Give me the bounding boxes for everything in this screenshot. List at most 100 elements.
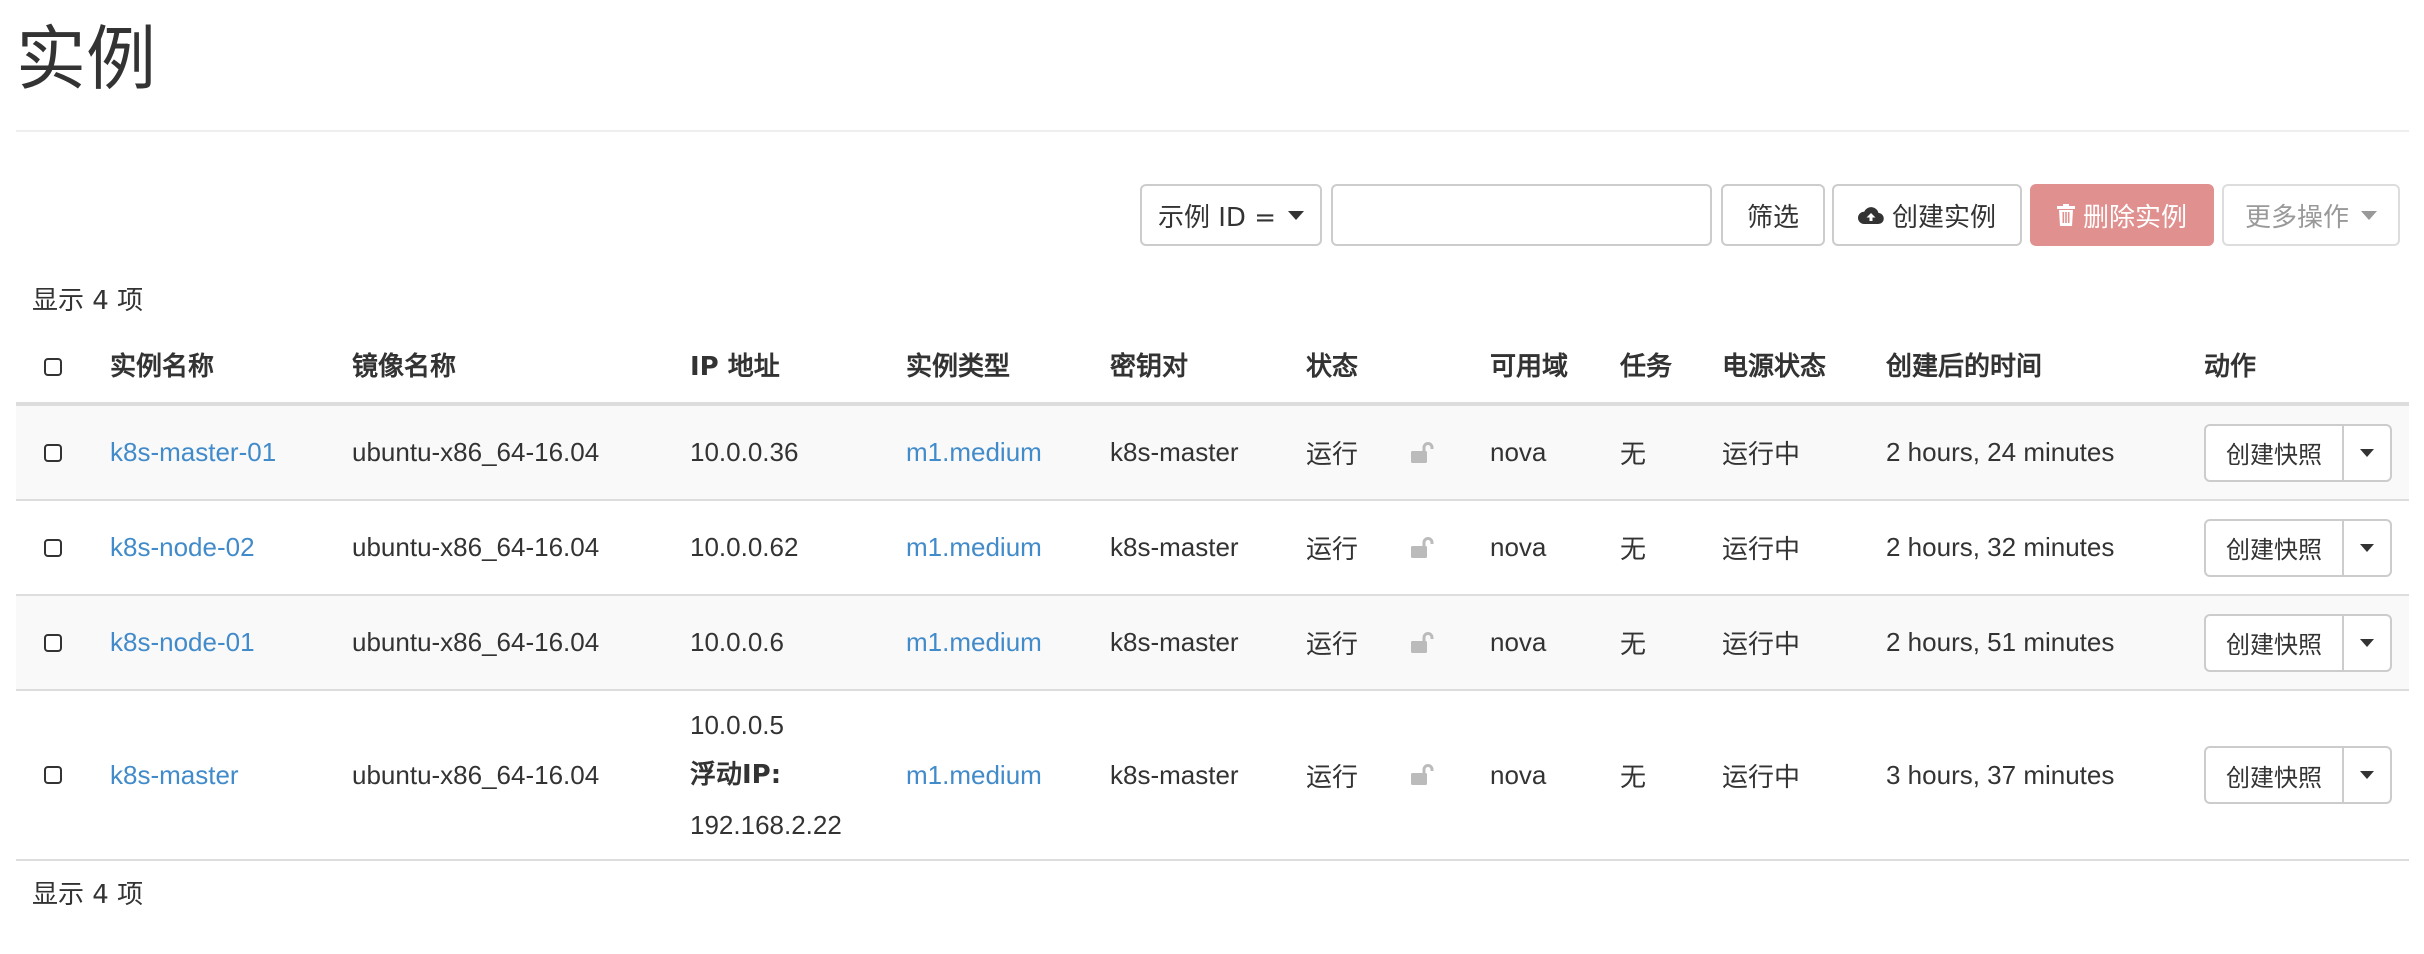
caret-down-icon (2360, 448, 2374, 457)
create-snapshot-button[interactable]: 创建快照 (2204, 746, 2344, 804)
floating-ip-label: 浮动IP: (690, 760, 782, 790)
instance-name-link[interactable]: k8s-master (110, 760, 239, 791)
select-all-cell (44, 332, 62, 402)
status: 运行 (1306, 440, 1359, 470)
create-instance-label: 创建实例 (1891, 202, 1996, 233)
task: 无 (1620, 630, 1647, 660)
row-checkbox[interactable] (44, 443, 62, 462)
row-actions-dropdown-toggle[interactable] (2344, 746, 2392, 804)
cloud-upload-icon (1857, 207, 1884, 225)
power-state: 运行中 (1722, 440, 1801, 470)
availability-zone: nova (1490, 532, 1547, 562)
flavor-link[interactable]: m1.medium (906, 532, 1042, 563)
caret-down-icon (1288, 210, 1304, 220)
item-count-top: 显示 4 项 (32, 286, 144, 316)
action-button-group: 创建快照 (2204, 518, 2392, 577)
instance-name-cell: k8s-node-02 (110, 501, 255, 594)
caret-down-icon (2360, 638, 2374, 647)
age: 3 hours, 37 minutes (1886, 759, 2115, 790)
unlock-icon (1411, 441, 1434, 463)
power-state: 运行中 (1722, 762, 1801, 793)
page-title: 实例 (16, 18, 156, 100)
status: 运行 (1306, 630, 1359, 660)
action-button-group: 创建快照 (2204, 746, 2392, 804)
column-header-age[interactable]: 创建后的时间 (1886, 332, 2042, 402)
keypair: k8s-master (1110, 532, 1239, 562)
keypair: k8s-master (1110, 627, 1239, 657)
row-actions: 创建快照 (2204, 596, 2392, 689)
instance-name-link[interactable]: k8s-node-01 (110, 627, 255, 658)
task: 无 (1620, 440, 1647, 470)
lock-cell (1410, 691, 1434, 859)
age: 2 hours, 24 minutes (1886, 437, 2115, 467)
column-header-keypair[interactable]: 密钥对 (1110, 332, 1188, 402)
row-checkbox[interactable] (44, 538, 62, 557)
row-actions-dropdown-toggle[interactable] (2344, 613, 2392, 672)
age: 2 hours, 32 minutes (1886, 532, 2115, 562)
row-select-cell (44, 406, 62, 499)
row-checkbox[interactable] (44, 633, 62, 652)
ip-address-cell: 10.0.0.5 浮动IP: 192.168.2.22 (690, 691, 842, 859)
action-button-group: 创建快照 (2204, 613, 2392, 672)
instances-page: 实例 示例 ID = 筛选 创建实例 删除实例 更多操作 显示 4 项 实例名称… (0, 0, 2424, 954)
column-header-az[interactable]: 可用域 (1490, 332, 1568, 402)
row-checkbox[interactable] (44, 766, 62, 784)
row-actions: 创建快照 (2204, 691, 2392, 859)
floating-ip: 192.168.2.22 (690, 810, 842, 840)
filter-search-input[interactable] (1331, 184, 1712, 246)
keypair: k8s-master (1110, 759, 1239, 790)
create-snapshot-button[interactable]: 创建快照 (2204, 518, 2344, 577)
flavor-link[interactable]: m1.medium (906, 437, 1042, 468)
column-header-status[interactable]: 状态 (1306, 332, 1358, 402)
delete-instances-label: 删除实例 (2082, 202, 2187, 233)
table-row: k8s-master-01 ubuntu-x86_64-16.04 10.0.0… (16, 406, 2409, 501)
row-select-cell (44, 596, 62, 689)
column-header-task[interactable]: 任务 (1620, 332, 1672, 402)
ip-address: 10.0.0.6 (690, 627, 784, 657)
flavor-link[interactable]: m1.medium (906, 760, 1042, 791)
column-header-name[interactable]: 实例名称 (110, 332, 214, 402)
table-row: k8s-master ubuntu-x86_64-16.04 10.0.0.5 … (16, 691, 2409, 861)
row-actions-dropdown-toggle[interactable] (2344, 423, 2392, 482)
action-button-group: 创建快照 (2204, 423, 2392, 482)
column-header-image[interactable]: 镜像名称 (352, 332, 456, 402)
flavor-cell: m1.medium (906, 691, 1042, 859)
lock-cell (1410, 406, 1434, 499)
lock-cell (1410, 501, 1434, 594)
filter-field-dropdown[interactable]: 示例 ID = (1140, 184, 1322, 246)
select-all-checkbox[interactable] (44, 358, 62, 376)
image-name: ubuntu-x86_64-16.04 (352, 759, 600, 790)
filter-button[interactable]: 筛选 (1721, 184, 1825, 246)
flavor-link[interactable]: m1.medium (906, 627, 1042, 658)
unlock-icon (1411, 631, 1434, 653)
create-snapshot-button[interactable]: 创建快照 (2204, 423, 2344, 482)
ip-address: 10.0.0.36 (690, 437, 799, 467)
caret-down-icon (2360, 771, 2374, 779)
ip-address-block: 10.0.0.5 浮动IP: 192.168.2.22 (690, 700, 842, 850)
instance-name-cell: k8s-node-01 (110, 596, 255, 689)
create-snapshot-button[interactable]: 创建快照 (2204, 613, 2344, 672)
flavor-cell: m1.medium (906, 501, 1042, 594)
column-header-ip[interactable]: IP 地址 (690, 332, 780, 402)
status: 运行 (1306, 535, 1359, 565)
unlock-icon (1411, 764, 1434, 785)
status: 运行 (1306, 762, 1359, 793)
row-actions: 创建快照 (2204, 406, 2392, 499)
image-name: ubuntu-x86_64-16.04 (352, 532, 600, 562)
instance-name-cell: k8s-master (110, 691, 239, 859)
create-instance-button[interactable]: 创建实例 (1832, 184, 2022, 246)
lock-cell (1410, 596, 1434, 689)
caret-down-icon (2361, 210, 2377, 220)
delete-instances-button[interactable]: 删除实例 (2030, 184, 2214, 246)
instance-name-link[interactable]: k8s-master-01 (110, 437, 276, 468)
row-actions-dropdown-toggle[interactable] (2344, 518, 2392, 577)
trash-icon (2056, 204, 2075, 226)
column-header-actions: 动作 (2204, 352, 2257, 382)
column-header-power[interactable]: 电源状态 (1722, 332, 1826, 402)
power-state: 运行中 (1722, 535, 1801, 565)
caret-down-icon (2360, 543, 2374, 552)
more-actions-dropdown[interactable]: 更多操作 (2222, 184, 2400, 246)
instance-name-link[interactable]: k8s-node-02 (110, 532, 255, 563)
row-select-cell (44, 501, 62, 594)
column-header-flavor[interactable]: 实例类型 (906, 332, 1010, 402)
